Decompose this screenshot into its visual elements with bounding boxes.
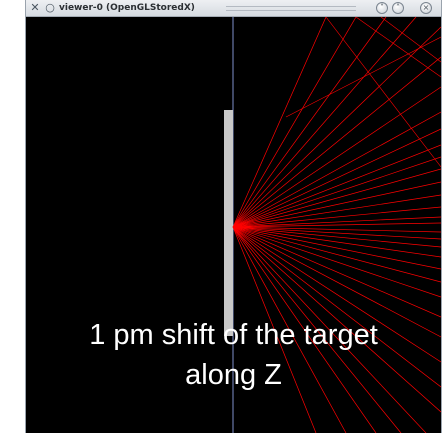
tools-icon[interactable]: ✕ xyxy=(28,1,42,15)
gl-viewport[interactable]: 1 pm shift of the target along Z xyxy=(26,17,441,433)
caption-line-2: along Z xyxy=(185,359,282,391)
window-title: viewer-0 (OpenGLStoredX) xyxy=(59,3,195,13)
particle-track xyxy=(325,17,441,168)
particle-track xyxy=(232,26,441,228)
chevron-down-icon[interactable]: ˅ xyxy=(376,2,388,14)
title-bar[interactable]: ✕ ○ viewer-0 (OpenGLStoredX) ˅ ˄ × xyxy=(26,0,441,17)
particle-track xyxy=(232,222,441,228)
particle-track xyxy=(380,17,441,63)
close-icon[interactable]: × xyxy=(420,2,432,14)
particle-track xyxy=(232,56,441,228)
viewer-window: ✕ ○ viewer-0 (OpenGLStoredX) ˅ ˄ × 1 pm … xyxy=(25,0,442,433)
particle-track xyxy=(232,17,357,228)
particle-track xyxy=(232,17,387,228)
circle-icon[interactable]: ○ xyxy=(43,1,57,15)
caption-line-1: 1 pm shift of the target xyxy=(89,319,378,351)
title-bar-divider xyxy=(226,6,356,11)
chevron-up-icon[interactable]: ˄ xyxy=(392,2,404,14)
particle-track xyxy=(232,156,441,228)
particle-track xyxy=(232,181,441,228)
target-bar xyxy=(224,110,233,336)
particle-track xyxy=(285,36,441,118)
